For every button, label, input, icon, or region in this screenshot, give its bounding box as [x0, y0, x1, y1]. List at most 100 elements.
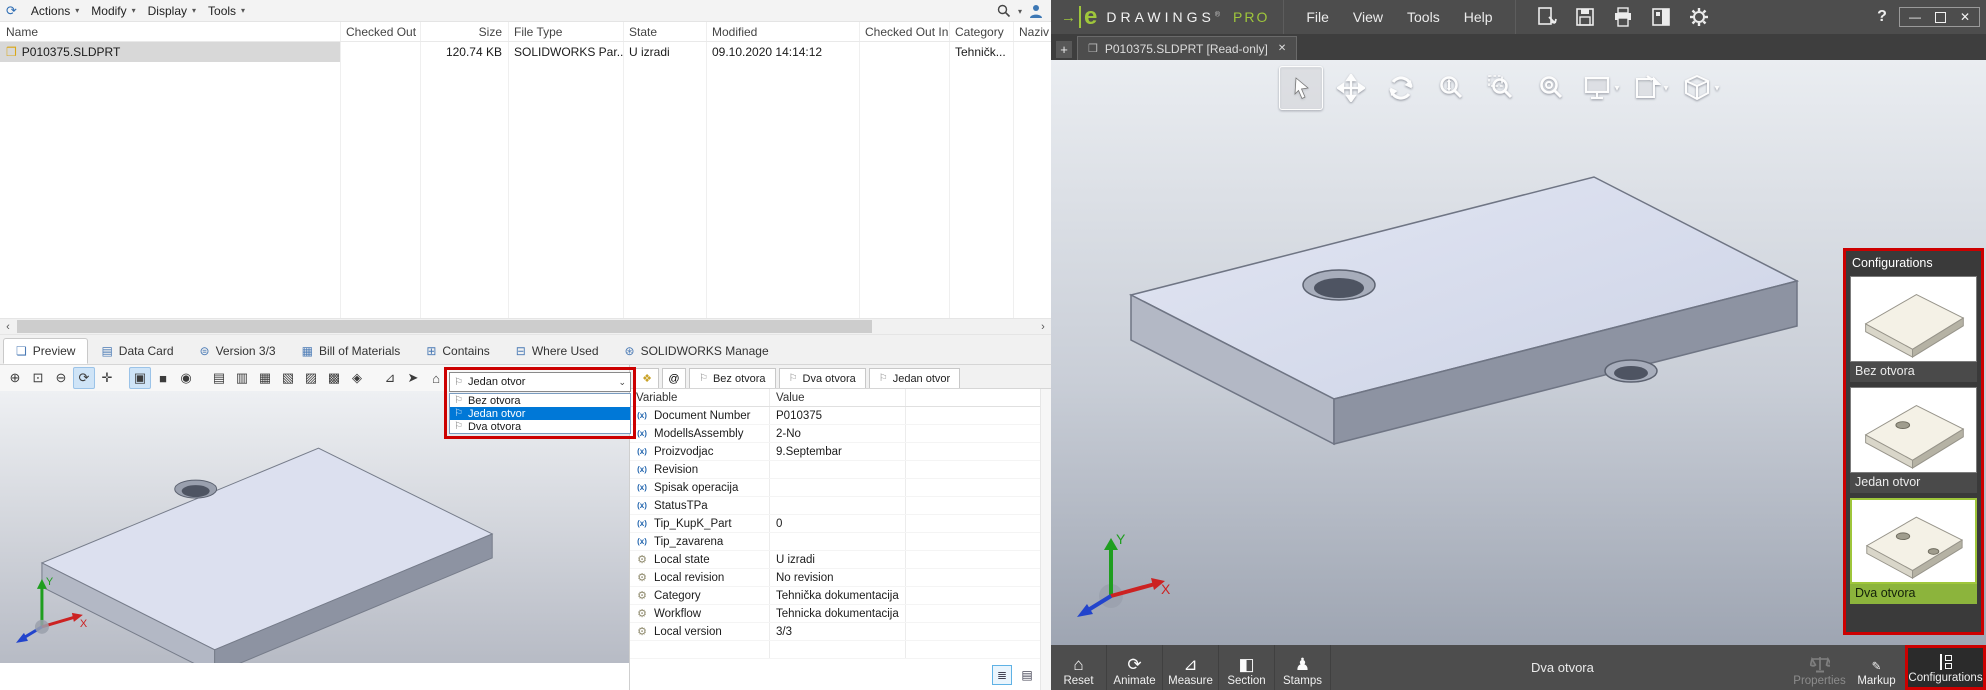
card-view-icon[interactable]: ▤ — [1017, 665, 1037, 685]
save-icon[interactable] — [1574, 6, 1596, 28]
reset-button[interactable]: ⌂ Reset — [1051, 645, 1107, 690]
menu-view[interactable]: View — [1341, 4, 1395, 30]
display-mode-button[interactable]: ▾ — [1579, 66, 1623, 110]
horizontal-scrollbar[interactable]: ‹ › — [0, 318, 1051, 335]
vars-tab-bez-otvora[interactable]: Bez otvora — [689, 368, 776, 388]
menu-display[interactable]: Display — [142, 2, 202, 20]
variable-row[interactable]: Spisak operacija — [630, 479, 1040, 497]
col-category[interactable]: Category — [949, 25, 1013, 39]
zoom-tool-button[interactable] — [1429, 66, 1473, 110]
col-checked-out-by[interactable]: Checked Out By — [340, 25, 420, 39]
stamps-button[interactable]: ♟ Stamps — [1275, 645, 1331, 690]
col-naziv[interactable]: Naziv — [1013, 25, 1051, 39]
variable-row[interactable] — [630, 641, 1040, 659]
new-tab-button[interactable]: + — [1056, 41, 1072, 58]
vars-tab-dva-otvora[interactable]: Dva otvora — [779, 368, 866, 388]
table-row[interactable]: ❒P010375.SLDPRT 120.74 KB SOLIDWORKS Par… — [0, 42, 1051, 62]
config-dva-otvora[interactable]: Dva otvora — [1850, 498, 1977, 604]
col-modified[interactable]: Modified — [706, 25, 859, 39]
scrollbar-thumb[interactable] — [17, 320, 872, 333]
menu-actions[interactable]: Actions — [25, 2, 85, 20]
col-name[interactable]: Name — [0, 25, 340, 39]
animate-button[interactable]: ⟳ Animate — [1107, 645, 1163, 690]
maximize-button[interactable] — [1935, 12, 1946, 23]
select-icon[interactable]: ➤ — [402, 367, 424, 389]
menu-help[interactable]: Help — [1452, 4, 1505, 30]
measure-button[interactable]: ⊿ Measure — [1163, 645, 1219, 690]
col-size[interactable]: Size — [420, 25, 508, 39]
configuration-dropdown[interactable]: ⚐ Jedan otvor ⌄ — [449, 372, 631, 392]
col-state[interactable]: State — [623, 25, 706, 39]
tab-solidworks-manage[interactable]: ⊛ SOLIDWORKS Manage — [612, 338, 782, 364]
zoom-fit-icon[interactable]: ⊕ — [4, 367, 26, 389]
tab-version[interactable]: ⊜ Version 3/3 — [187, 338, 289, 364]
pan-icon[interactable]: ✛ — [96, 367, 118, 389]
config-bez-otvora[interactable]: Bez otvora — [1850, 276, 1977, 382]
search-icon[interactable] — [997, 4, 1011, 18]
variable-row[interactable]: Revision — [630, 461, 1040, 479]
view-right-icon[interactable]: ▧ — [277, 367, 299, 389]
variable-row[interactable]: Tip_KupK_Part 0 — [630, 515, 1040, 533]
variable-row[interactable]: Local version 3/3 — [630, 623, 1040, 641]
menu-modify[interactable]: Modify — [85, 2, 141, 20]
zoom-area-tool-button[interactable] — [1479, 66, 1523, 110]
settings-gear-icon[interactable] — [1688, 6, 1710, 28]
chevron-down-icon[interactable]: ▾ — [1714, 83, 1719, 94]
view-isometric-icon[interactable]: ◈ — [346, 367, 368, 389]
open-icon[interactable] — [1536, 6, 1558, 28]
pan-tool-button[interactable] — [1329, 66, 1373, 110]
scroll-right-icon[interactable]: › — [1035, 319, 1051, 334]
zoom-area-icon[interactable]: ⊡ — [27, 367, 49, 389]
at-tab-icon[interactable]: @ — [662, 368, 686, 388]
close-tab-icon[interactable]: ✕ — [1278, 43, 1286, 54]
view-top-icon[interactable]: ▨ — [300, 367, 322, 389]
tab-preview[interactable]: ❏ Preview — [3, 338, 88, 364]
search-dropdown-icon[interactable]: ▾ — [1018, 7, 1022, 16]
tab-where-used[interactable]: ⊟ Where Used — [503, 338, 612, 364]
menu-tools-edrw[interactable]: Tools — [1395, 4, 1452, 30]
view-back-icon[interactable]: ▥ — [231, 367, 253, 389]
variable-row[interactable]: Category Tehnička dokumentacija — [630, 587, 1040, 605]
shaded-icon[interactable]: ■ — [152, 367, 174, 389]
tree-view-icon[interactable]: ≣ — [992, 665, 1012, 685]
print-icon[interactable] — [1612, 6, 1634, 28]
view-bottom-icon[interactable]: ▩ — [323, 367, 345, 389]
user-icon[interactable] — [1029, 4, 1043, 19]
option-jedan-otvor[interactable]: ⚐ Jedan otvor — [450, 407, 630, 420]
col-checked-out-in[interactable]: Checked Out In — [859, 25, 949, 39]
zoom-icon[interactable]: ⊖ — [50, 367, 72, 389]
configuration-thumbnail[interactable] — [1850, 387, 1977, 473]
view-left-icon[interactable]: ▦ — [254, 367, 276, 389]
part-tab-icon[interactable]: ❖ — [635, 368, 659, 388]
variable-row[interactable]: Document Number P010375 — [630, 407, 1040, 425]
vars-scrollbar[interactable] — [1040, 389, 1051, 690]
scroll-left-icon[interactable]: ‹ — [0, 319, 16, 334]
menu-file[interactable]: File — [1294, 4, 1341, 30]
section-button[interactable]: ◧ Section — [1219, 645, 1275, 690]
view-front-icon[interactable]: ▤ — [208, 367, 230, 389]
standard-views-button[interactable]: ▾ — [1679, 66, 1723, 110]
rotate-icon[interactable]: ⟳ — [73, 367, 95, 389]
chevron-down-icon[interactable]: ▾ — [1614, 83, 1619, 94]
measure-icon[interactable]: ⊿ — [379, 367, 401, 389]
shaded-with-edges-icon[interactable]: ▣ — [129, 367, 151, 389]
variable-row[interactable]: Tip_zavarena — [630, 533, 1040, 551]
minimize-button[interactable]: — — [1909, 11, 1921, 23]
document-tab[interactable]: ❒ P010375.SLDPRT [Read-only] ✕ — [1077, 36, 1297, 60]
option-dva-otvora[interactable]: ⚐ Dva otvora — [450, 420, 630, 433]
help-icon[interactable]: ? — [1877, 8, 1887, 26]
chevron-down-icon[interactable]: ▾ — [1663, 83, 1668, 94]
model-viewport[interactable]: ▾ ▾ ▾ — [1051, 60, 1986, 645]
zoom-fit-tool-button[interactable] — [1529, 66, 1573, 110]
col-file-type[interactable]: File Type — [508, 25, 623, 39]
vars-tab-jedan-otvor[interactable]: Jedan otvor — [869, 368, 960, 388]
variable-row[interactable]: StatusTPa — [630, 497, 1040, 515]
config-jedan-otvor[interactable]: Jedan otvor — [1850, 387, 1977, 493]
variable-row[interactable]: Local state U izradi — [630, 551, 1040, 569]
variable-row[interactable]: ModellsAssembly 2-No — [630, 425, 1040, 443]
tab-bill-of-materials[interactable]: ▦ Bill of Materials — [289, 338, 414, 364]
menu-tools[interactable]: Tools — [202, 2, 251, 20]
variable-row[interactable]: Local revision No revision — [630, 569, 1040, 587]
rotate-tool-button[interactable] — [1379, 66, 1423, 110]
variable-row[interactable]: Workflow Tehnicka dokumentacija — [630, 605, 1040, 623]
